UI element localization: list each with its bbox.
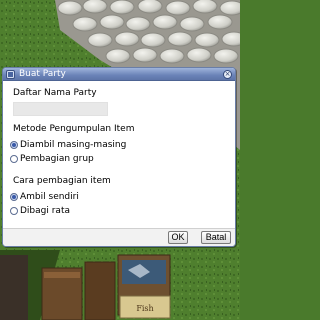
item-method-option-individual[interactable]: Diambil masing-masing: [10, 139, 126, 150]
party-name-input[interactable]: [13, 102, 108, 116]
share-method-option-label: Dibagi rata: [20, 205, 70, 216]
ok-button[interactable]: OK: [168, 231, 188, 244]
item-method-label: Metode Pengumpulan Item: [13, 124, 135, 134]
share-method-label: Cara pembagian item: [13, 176, 111, 186]
cancel-button[interactable]: Batal: [201, 231, 231, 244]
dialog-titlebar[interactable]: Buat Party ×: [3, 68, 235, 81]
window-icon: [6, 70, 15, 79]
radio-unchecked-icon[interactable]: [10, 206, 18, 215]
share-method-option-self[interactable]: Ambil sendiri: [10, 191, 79, 202]
party-name-label: Daftar Nama Party: [13, 88, 97, 98]
dialog-title: Buat Party: [19, 69, 66, 79]
item-method-option-label: Diambil masing-masing: [20, 139, 127, 150]
share-method-option-label: Ambil sendiri: [20, 191, 79, 202]
radio-checked-icon[interactable]: [10, 140, 18, 149]
create-party-dialog: Buat Party × Daftar Nama Party Metode Pe…: [2, 67, 236, 247]
radio-checked-icon[interactable]: [10, 192, 18, 201]
close-icon[interactable]: ×: [223, 70, 232, 79]
item-method-option-group[interactable]: Pembagian grup: [10, 153, 94, 164]
fish-sign-text: Fish: [136, 304, 153, 313]
item-method-option-label: Pembagian grup: [20, 153, 94, 164]
share-method-option-even[interactable]: Dibagi rata: [10, 205, 70, 216]
radio-unchecked-icon[interactable]: [10, 154, 18, 163]
dialog-footer: OK Batal: [3, 228, 235, 246]
